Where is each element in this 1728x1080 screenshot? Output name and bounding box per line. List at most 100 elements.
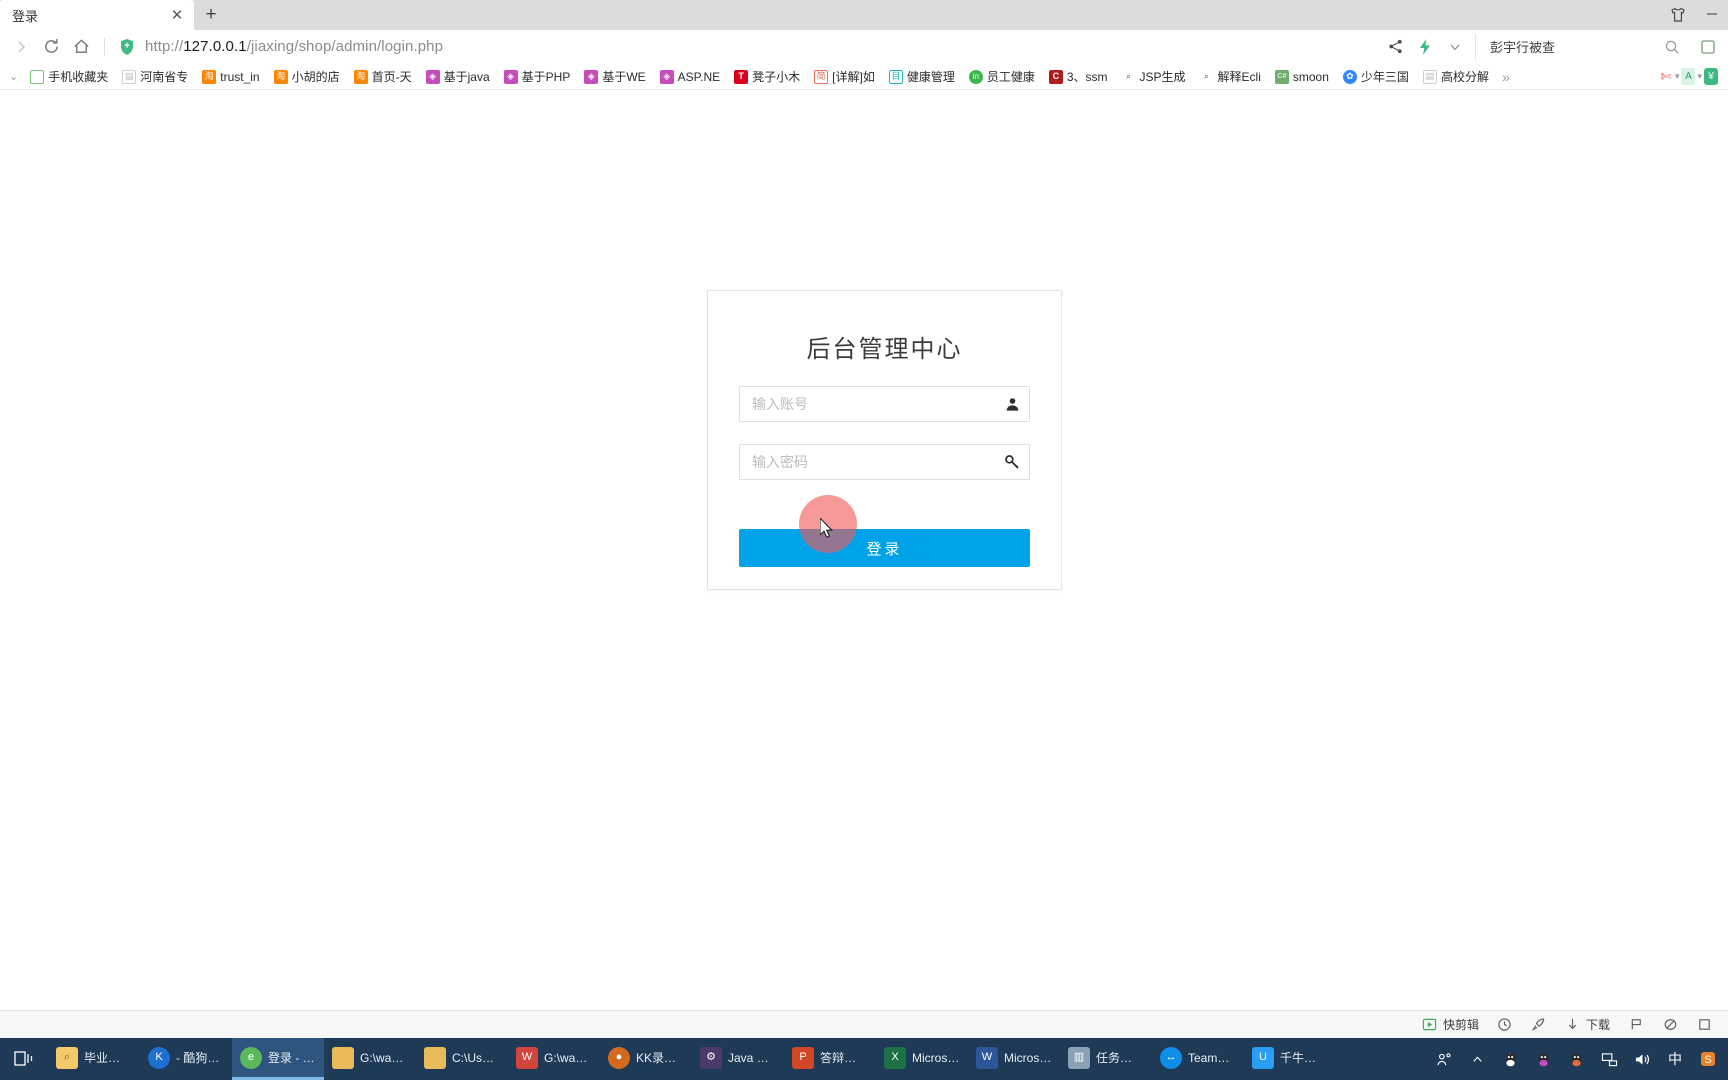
coupon-shield-icon[interactable]: ¥ xyxy=(1704,68,1718,85)
network-icon[interactable] xyxy=(1599,1049,1619,1069)
status-item-download[interactable]: 下载 xyxy=(1565,1016,1610,1033)
bookmark-item[interactable]: ◈ 基于WE xyxy=(577,66,652,88)
bookmarks-chevron-icon[interactable]: ⌄ xyxy=(4,70,23,83)
tab-login[interactable]: 登录 ✕ xyxy=(0,0,194,30)
ime-icon[interactable]: 中 xyxy=(1665,1049,1685,1069)
bookmark-label: 河南省专 xyxy=(140,70,189,84)
taskbar-item-active[interactable]: e 登录 - 36… xyxy=(232,1038,324,1080)
sogou-icon[interactable]: S xyxy=(1698,1049,1718,1069)
home-icon[interactable] xyxy=(66,32,96,62)
taskbar-item[interactable]: ▥ 任务管理… xyxy=(1060,1038,1152,1080)
page-title: 后台管理中心 xyxy=(806,336,963,363)
taskbar-item[interactable]: ● KK录像… xyxy=(600,1038,692,1080)
bookmark-item[interactable]: in 员工健康 xyxy=(962,66,1042,88)
chevron-down-icon[interactable] xyxy=(1445,37,1465,57)
bookmark-item[interactable]: ⌕ JSP生成 xyxy=(1115,66,1193,88)
folder-icon xyxy=(424,1046,446,1069)
chevron-down-icon[interactable]: ▾ xyxy=(1675,71,1680,82)
status-item-label: 下载 xyxy=(1585,1018,1610,1032)
login-button[interactable]: 登录 xyxy=(739,529,1030,567)
taskbar-item-label: 毕业设计… xyxy=(84,1051,132,1065)
close-icon[interactable]: ✕ xyxy=(168,6,186,24)
tshirt-icon[interactable] xyxy=(1668,5,1688,25)
share-icon[interactable] xyxy=(1385,37,1405,57)
search-icon[interactable] xyxy=(1662,37,1682,57)
chevron-down-icon[interactable]: ▾ xyxy=(1697,71,1702,82)
taskbar-item-label: C:\Users… xyxy=(452,1050,500,1065)
bookmark-item[interactable]: ◈ 基于java xyxy=(419,66,497,88)
url-scheme: http:// xyxy=(145,38,184,55)
bookmark-item[interactable]: ✿ 少年三国 xyxy=(1336,66,1416,88)
jianshu-icon: 简 xyxy=(814,69,829,84)
taskbar-item-label: - 酷狗音… xyxy=(176,1051,224,1065)
taskbar-item[interactable]: ⚙ Java EE … xyxy=(692,1038,784,1080)
browser-status-bar: 快剪辑 下载 xyxy=(0,1010,1728,1038)
qq-penguin-icon[interactable] xyxy=(1533,1049,1553,1069)
qq-penguin-icon[interactable] xyxy=(1566,1049,1586,1069)
taobao-icon: 淘 xyxy=(353,69,368,84)
bookmark-label: 首页-天 xyxy=(371,70,412,84)
bookmark-item[interactable]: 简 [详解]如 xyxy=(807,66,882,88)
taskbar-item[interactable]: U 千牛工作… xyxy=(1244,1038,1336,1080)
page-icon: ▤ xyxy=(1422,69,1437,84)
shield-slash-icon[interactable] xyxy=(1662,1017,1678,1033)
word-icon: W xyxy=(976,1046,998,1069)
bookmark-label: 少年三国 xyxy=(1360,70,1409,84)
bookmark-item[interactable]: 淘首页-天 xyxy=(347,66,419,88)
taskbar-item[interactable]: W G:\wam… xyxy=(508,1038,600,1080)
new-tab-button[interactable]: + xyxy=(194,0,228,30)
taskbar-item[interactable]: X Microso… xyxy=(876,1038,968,1080)
bookmark-item[interactable]: ◈ ASP.NE xyxy=(653,66,727,88)
taskbar-item[interactable]: P 答辩稿.p… xyxy=(784,1038,876,1080)
bookmark-item[interactable]: ◈ 基于PHP xyxy=(497,66,578,88)
flag-icon[interactable] xyxy=(1628,1017,1644,1033)
taskbar-item-label: 答辩稿.p… xyxy=(820,1051,868,1065)
password-input[interactable] xyxy=(740,445,995,479)
search-input[interactable]: 彭宇行被查 xyxy=(1490,37,1555,56)
bookmarks-overflow-button[interactable]: » xyxy=(1496,69,1516,85)
lightning-icon[interactable] xyxy=(1415,37,1435,57)
taskbar-item[interactable]: ↔ TeamVie… xyxy=(1152,1038,1244,1080)
volume-icon[interactable] xyxy=(1632,1049,1652,1069)
menu-icon[interactable] xyxy=(1698,37,1718,57)
bookmark-item[interactable]: C# smoon xyxy=(1268,66,1336,88)
excel-icon: X xyxy=(884,1046,906,1069)
bookmark-item[interactable]: 目健康管理 xyxy=(882,66,962,88)
bookmark-item[interactable]: 淘小胡的店 xyxy=(267,66,347,88)
clock-icon[interactable] xyxy=(1497,1017,1513,1033)
bookmark-item[interactable]: 淘 trust_in xyxy=(195,66,266,88)
bookmark-label: JSP生成 xyxy=(1139,70,1186,84)
translate-icon[interactable]: A xyxy=(1681,68,1696,85)
bookmark-item[interactable]: T 凳子小木 xyxy=(727,66,807,88)
bookmark-item[interactable]: ⌕ 解释Ecli xyxy=(1193,66,1268,88)
task-view-icon[interactable] xyxy=(0,1038,48,1080)
bookmark-label: 基于java xyxy=(443,70,490,84)
bookmark-item[interactable]: 手机收藏夹 xyxy=(23,66,115,88)
scissors-icon[interactable]: ✄ xyxy=(1658,68,1673,85)
minimize-button[interactable] xyxy=(1702,8,1722,23)
search-box[interactable]: 彭宇行被查 xyxy=(1475,33,1688,60)
qq-penguin-icon[interactable] xyxy=(1500,1049,1520,1069)
chevron-up-icon[interactable] xyxy=(1467,1049,1487,1069)
toolbar-right: 彭宇行被查 xyxy=(1385,33,1722,60)
forward-button[interactable] xyxy=(6,32,36,62)
taskbar-item[interactable]: C:\Users… xyxy=(416,1038,508,1080)
rocket-icon[interactable] xyxy=(1531,1017,1547,1033)
address-bar[interactable]: http://127.0.0.1/jiaxing/shop/admin/logi… xyxy=(113,33,1385,61)
window-icon[interactable] xyxy=(1696,1017,1712,1033)
wamp-icon: W xyxy=(516,1046,538,1069)
taskbar-item[interactable]: K - 酷狗音… xyxy=(140,1038,232,1080)
taskbar-item[interactable]: ⌕ 毕业设计… xyxy=(48,1038,140,1080)
status-item-video-clip[interactable]: 快剪辑 xyxy=(1422,1016,1479,1033)
bookmark-item[interactable]: ▤ 河南省专 xyxy=(115,66,195,88)
bookmark-item[interactable]: ▤ 高校分解 xyxy=(1416,66,1496,88)
toolbar-divider xyxy=(104,37,105,56)
taskbar-item-label: Java EE … xyxy=(728,1050,776,1065)
bookmark-item[interactable]: C 3、ssm xyxy=(1042,66,1115,88)
people-icon[interactable] xyxy=(1434,1049,1454,1069)
reload-icon[interactable] xyxy=(36,32,66,62)
taskbar-item[interactable]: G:\wam… xyxy=(324,1038,416,1080)
username-input[interactable] xyxy=(740,387,995,421)
bookmark-label: 小胡的店 xyxy=(291,70,340,84)
taskbar-item[interactable]: W Microso… xyxy=(968,1038,1060,1080)
